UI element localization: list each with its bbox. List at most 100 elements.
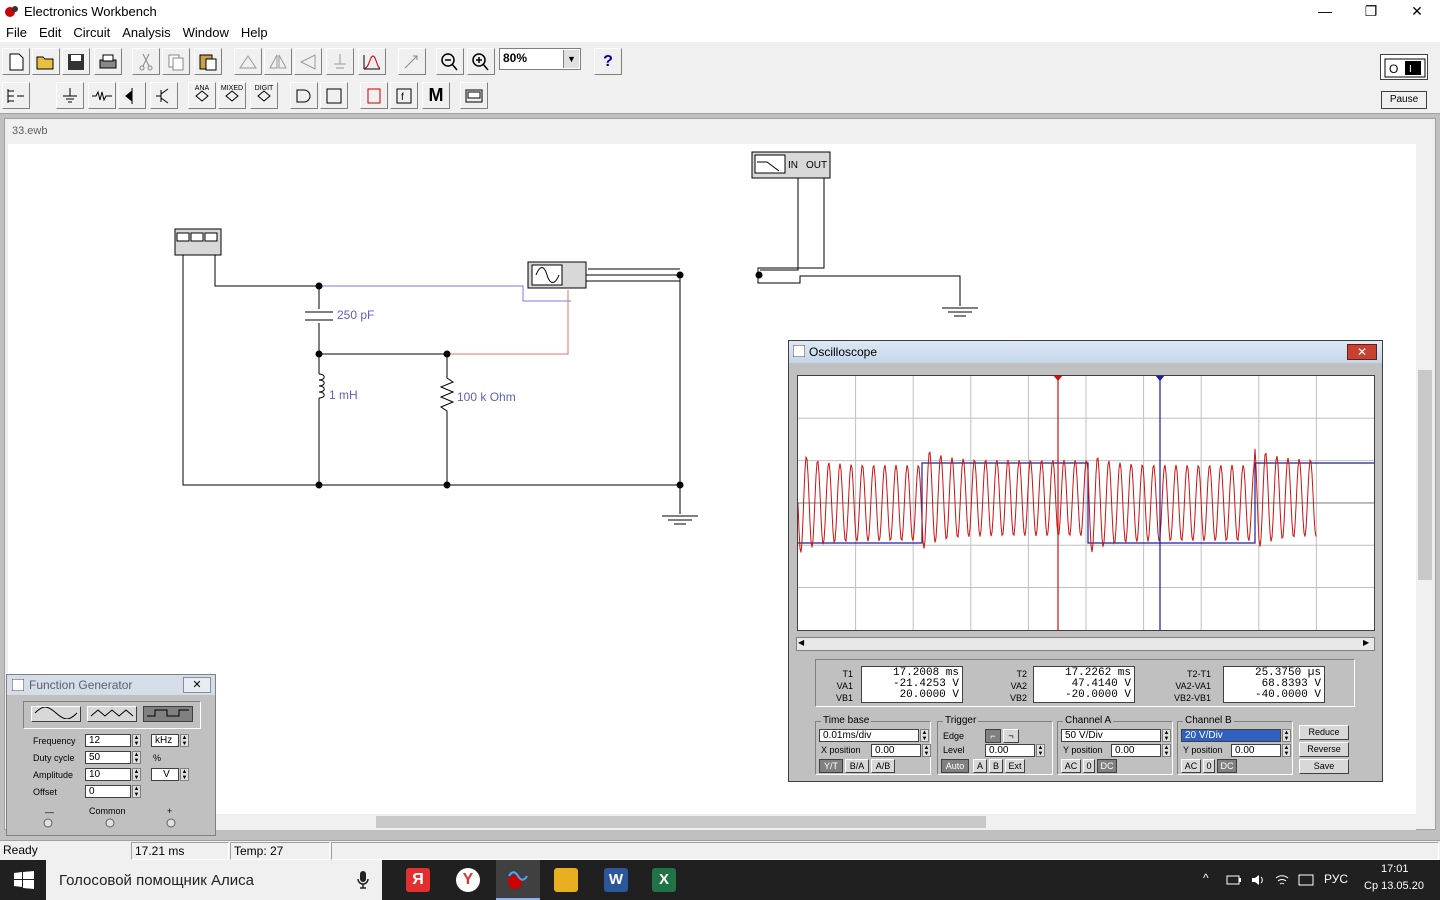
amplitude-unit-field[interactable]: V (151, 768, 179, 781)
controls-button[interactable]: f (390, 82, 418, 109)
rising-edge-button[interactable]: ⌐ (985, 729, 1001, 743)
square-wave-button[interactable] (143, 706, 193, 722)
logic-gates-button[interactable] (290, 82, 318, 109)
xpos-spinner[interactable]: ▲ ▼ (922, 744, 931, 757)
channel-a-dc-button[interactable]: DC (1097, 759, 1117, 773)
frequency-spinner[interactable]: ▲ ▼ (132, 734, 141, 747)
volume-icon[interactable] (1250, 872, 1266, 888)
amplitude-unit-spinner[interactable]: ▲ ▼ (180, 768, 189, 781)
create-subcircuit-button[interactable] (398, 48, 426, 75)
zoom-select[interactable]: 80% ▼ (499, 48, 581, 70)
function-generator-close-button[interactable]: ✕ (183, 677, 211, 693)
wifi-icon[interactable] (1274, 872, 1290, 888)
menu-analysis[interactable]: Analysis (116, 25, 176, 40)
duty-cycle-spinner[interactable]: ▲ ▼ (132, 751, 141, 764)
excel-icon[interactable]: X (652, 868, 676, 892)
amplitude-spinner[interactable]: ▲ ▼ (132, 768, 141, 781)
oscilloscope-titlebar[interactable]: Oscilloscope (789, 341, 1382, 363)
instruments-button[interactable] (460, 82, 488, 109)
bode-plot-button[interactable] (358, 48, 386, 75)
timebase-spinner[interactable]: ▲ ▼ (920, 729, 929, 742)
oscilloscope-close-button[interactable]: ✕ (1347, 344, 1377, 360)
digital-parts-button[interactable] (320, 82, 348, 109)
horizontal-scrollbar[interactable] (8, 814, 1416, 830)
indicators-button[interactable] (360, 82, 388, 109)
windows-start-icon[interactable] (14, 871, 34, 889)
yandex-icon[interactable]: Я (406, 868, 430, 892)
falling-edge-button[interactable]: ¬ (1003, 729, 1019, 743)
sources-parts-button[interactable] (56, 82, 84, 109)
trigger-auto-button[interactable]: Auto (941, 759, 969, 773)
flip-vertical-button[interactable] (294, 48, 322, 75)
scope-scrollbar[interactable]: ◀ ▶ (796, 637, 1375, 651)
sine-wave-button[interactable] (31, 706, 81, 722)
microphone-icon[interactable] (356, 870, 370, 890)
transistors-parts-button[interactable] (150, 82, 178, 109)
mixed-ics-button[interactable]: MIXED (218, 82, 246, 109)
offset-spinner[interactable]: ▲ ▼ (132, 785, 141, 798)
rotate-button[interactable] (234, 48, 262, 75)
file-explorer-icon[interactable] (554, 868, 578, 892)
menu-window[interactable]: Window (177, 25, 235, 40)
menu-help[interactable]: Help (235, 25, 274, 40)
zoom-in-button[interactable] (467, 48, 495, 75)
taskbar-ewb-active[interactable] (496, 860, 540, 900)
positive-terminal[interactable] (166, 818, 176, 828)
new-file-button[interactable] (2, 48, 30, 75)
tray-chevron-icon[interactable]: ^ (1203, 871, 1209, 885)
trigger-b-button[interactable]: B (989, 759, 1003, 773)
language-indicator[interactable]: РУС (1324, 872, 1348, 886)
vertical-scroll-thumb[interactable] (1418, 370, 1432, 580)
level-spinner[interactable]: ▲ ▼ (1036, 744, 1045, 757)
level-field[interactable]: 0.00 (985, 744, 1035, 757)
menu-edit[interactable]: Edit (33, 25, 67, 40)
trigger-ext-button[interactable]: Ext (1005, 759, 1025, 773)
channel-b-scale-spinner[interactable]: ▲ ▼ (1282, 729, 1291, 742)
channel-a-scale-field[interactable]: 50 V/Div (1061, 729, 1161, 742)
flip-horizontal-button[interactable] (264, 48, 292, 75)
channel-a-zero-button[interactable]: 0 (1083, 759, 1095, 773)
channel-b-ac-button[interactable]: AC (1181, 759, 1201, 773)
frequency-unit-spinner[interactable]: ▲ ▼ (180, 734, 189, 747)
amplitude-field[interactable]: 10 (85, 768, 131, 781)
minimize-button[interactable]: — (1302, 0, 1348, 22)
clock-date[interactable]: Ср 13.05.20 (1364, 880, 1424, 892)
channel-b-ypos-field[interactable]: 0.00 (1231, 744, 1281, 757)
offset-field[interactable]: 0 (85, 785, 131, 798)
channel-a-ypos-field[interactable]: 0.00 (1111, 744, 1161, 757)
favorites-parts-button[interactable] (2, 82, 30, 109)
xpos-field[interactable]: 0.00 (871, 744, 921, 757)
save-button[interactable] (62, 48, 90, 75)
battery-icon[interactable] (1226, 873, 1242, 887)
channel-b-scale-field[interactable]: 20 V/Div (1181, 729, 1281, 742)
print-button[interactable] (94, 48, 122, 75)
search-box[interactable]: Голосовой помощник Алиса (46, 860, 382, 900)
channel-b-zero-button[interactable]: 0 (1203, 759, 1215, 773)
basic-parts-button[interactable] (88, 82, 116, 109)
scroll-left-icon[interactable]: ◀ (798, 638, 804, 647)
horizontal-scroll-thumb[interactable] (376, 816, 986, 828)
channel-b-dc-button[interactable]: DC (1217, 759, 1237, 773)
open-file-button[interactable] (32, 48, 60, 75)
triangle-wave-button[interactable] (87, 706, 137, 722)
menu-circuit[interactable]: Circuit (67, 25, 116, 40)
channel-a-scale-spinner[interactable]: ▲ ▼ (1162, 729, 1171, 742)
scroll-right-icon[interactable]: ▶ (1363, 638, 1369, 647)
vertical-scrollbar[interactable] (1416, 144, 1434, 816)
zoom-out-button[interactable] (436, 48, 464, 75)
maximize-button[interactable]: ❐ (1348, 0, 1394, 22)
channel-a-ac-button[interactable]: AC (1061, 759, 1081, 773)
menu-file[interactable]: File (0, 25, 33, 40)
save-data-button[interactable]: Save (1299, 759, 1349, 774)
miscellaneous-button[interactable]: M (422, 82, 450, 109)
cut-button[interactable] (132, 48, 160, 75)
copy-button[interactable] (162, 48, 190, 75)
trigger-a-button[interactable]: A (973, 759, 987, 773)
frequency-unit-field[interactable]: kHz (151, 734, 179, 747)
help-button[interactable]: ? (594, 48, 622, 75)
reduce-button[interactable]: Reduce (1299, 725, 1349, 740)
timebase-field[interactable]: 0.01ms/div (819, 729, 919, 742)
word-icon[interactable]: W (604, 868, 628, 892)
diodes-parts-button[interactable] (118, 82, 146, 109)
channel-b-ypos-spinner[interactable]: ▲ ▼ (1282, 744, 1291, 757)
